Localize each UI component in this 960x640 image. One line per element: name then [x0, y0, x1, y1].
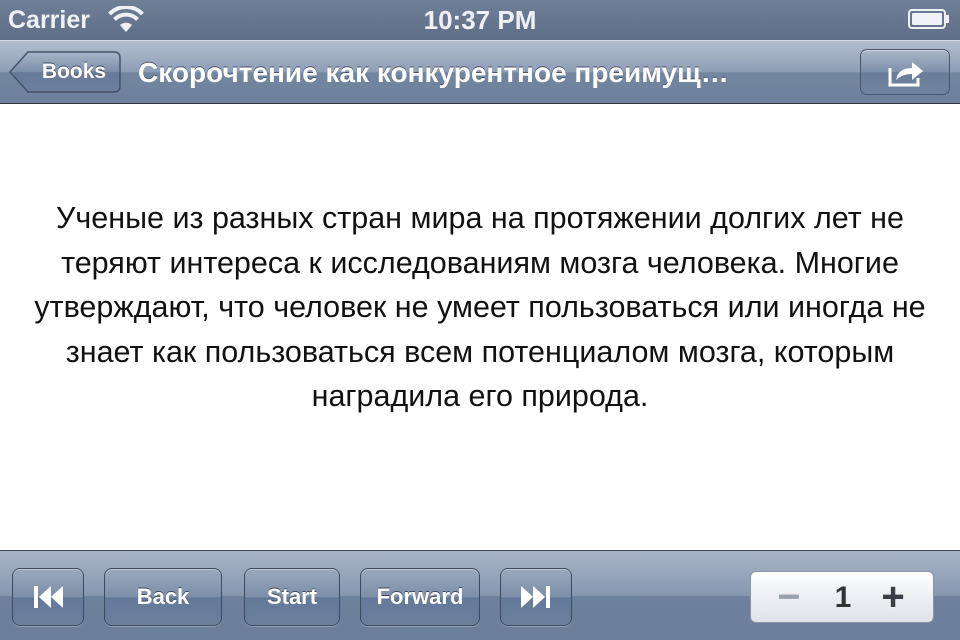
- last-page-button[interactable]: [500, 568, 572, 626]
- forward-button[interactable]: Forward: [360, 568, 480, 626]
- book-text: Ученые из разных стран мира на протяжени…: [34, 201, 926, 413]
- skip-to-start-icon: [34, 586, 63, 608]
- books-back-button[interactable]: Books: [8, 50, 122, 94]
- share-button[interactable]: [860, 49, 950, 95]
- bottom-toolbar: Back Start Forward − 1 +: [0, 550, 960, 640]
- navigation-bar: Books Скорочтение как конкурентное преим…: [0, 40, 960, 104]
- back-button-label: Books: [41, 60, 107, 83]
- page-number: 1: [834, 581, 852, 614]
- increment-button[interactable]: +: [873, 577, 913, 618]
- battery-icon: [908, 9, 949, 29]
- first-page-button[interactable]: [12, 568, 84, 626]
- skip-to-end-icon: [521, 586, 550, 608]
- clock: 10:37 PM: [423, 5, 537, 35]
- start-button[interactable]: Start: [244, 568, 340, 626]
- back-button[interactable]: Back: [104, 568, 222, 626]
- status-bar: Carrier 10:37 PM: [0, 0, 960, 40]
- decrement-button[interactable]: −: [769, 577, 809, 618]
- page-stepper: − 1 +: [750, 571, 934, 623]
- page-title: Скорочтение как конкурентное преимущ…: [138, 57, 729, 88]
- share-icon: [888, 62, 923, 87]
